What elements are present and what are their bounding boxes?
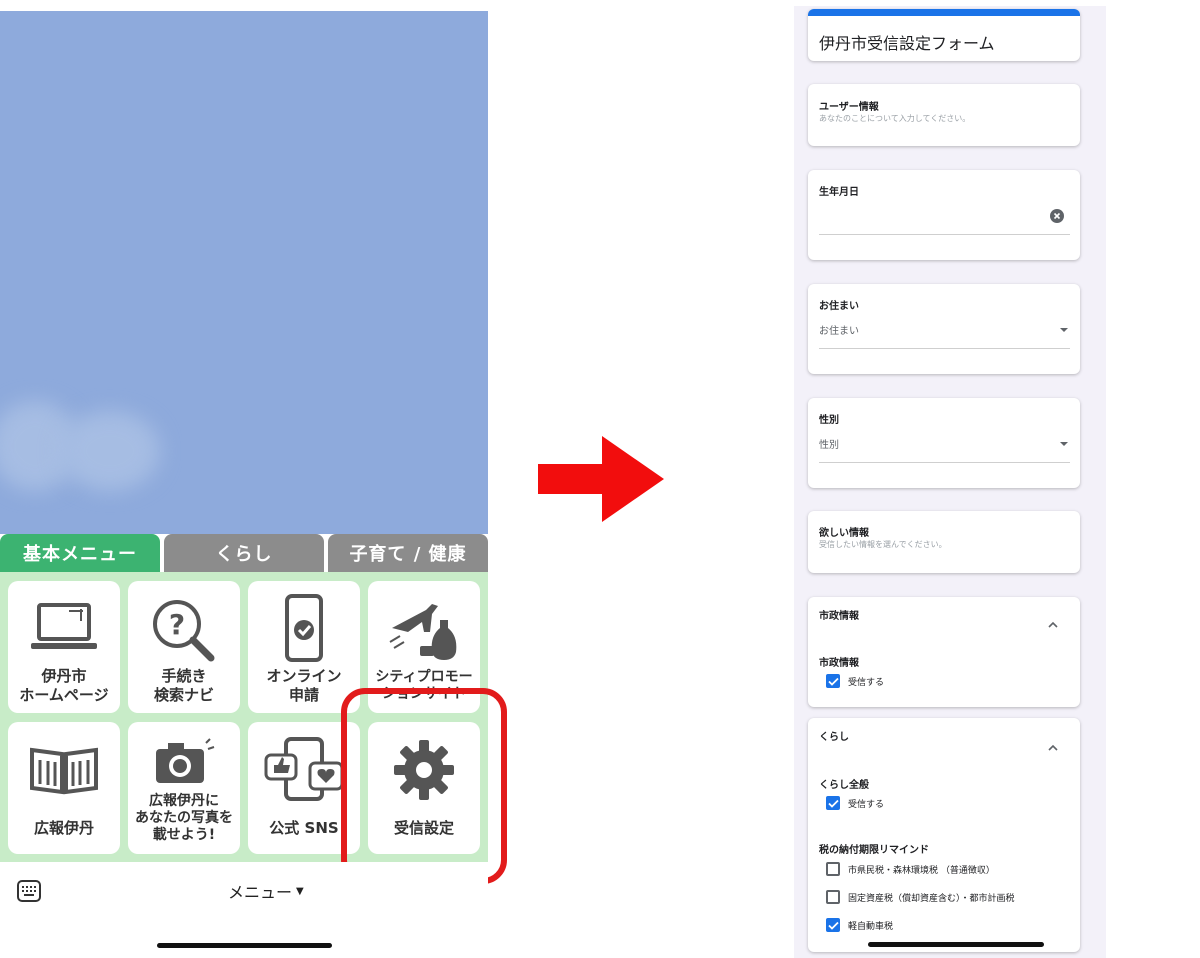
section-heading: 欲しい情報 — [819, 528, 869, 539]
smartphone-check-icon — [279, 593, 329, 665]
birthday-card: 生年月日 — [808, 170, 1080, 260]
checkbox-checked-icon — [826, 918, 840, 932]
right-phone-screen: 伊丹市受信設定フォーム ユーザー情報 あなたのことについて入力してください。 生… — [708, 0, 1200, 958]
menu-tile-photo-submission[interactable]: 広報伊丹に あなたの写真を 載せよう! — [128, 722, 240, 854]
svg-text:?: ? — [169, 608, 185, 641]
menu-tile-online-application[interactable]: オンライン 申請 — [248, 581, 360, 713]
open-book-icon — [28, 734, 100, 806]
menu-tile-city-homepage[interactable]: 伊丹市 ホームページ — [8, 581, 120, 713]
gender-card: 性別 性別 — [808, 398, 1080, 488]
life-receive-checkbox[interactable]: 受信する — [826, 796, 884, 810]
group-heading: くらし全般 — [819, 780, 869, 791]
tile-label: 広報伊丹に あなたの写真を 載せよう! — [135, 793, 233, 843]
section-description: 受信したい情報を選んでください。 — [819, 540, 947, 549]
checkbox-label: 市県民税・森林環境税 （普通徴収） — [848, 865, 995, 876]
city-info-card: 市政情報 市政情報 受信する — [808, 597, 1080, 707]
sns-like-heart-icon — [264, 734, 344, 806]
checkbox-label: 固定資産税（償却資産含む）・都市計画税 — [848, 893, 1015, 904]
menu-tile-koho-itami[interactable]: 広報伊丹 — [8, 722, 120, 854]
tax-option-checkbox[interactable]: 市県民税・森林環境税 （普通徴収） — [826, 862, 995, 876]
tab-basic-menu[interactable]: 基本メニュー — [0, 534, 160, 572]
tile-label: 手続き 検索ナビ — [153, 667, 214, 704]
residence-card: お住まい お住まい — [808, 284, 1080, 374]
checkbox-label: 軽自動車税 — [848, 921, 894, 932]
residence-label: お住まい — [819, 301, 859, 312]
dropdown-arrow-icon — [1060, 442, 1068, 446]
birthday-label: 生年月日 — [819, 187, 859, 198]
bottom-bar: メニュー ▼ — [0, 862, 488, 920]
residence-select-value: お住まい — [819, 326, 859, 337]
menu-tile-procedure-navi[interactable]: ? 手続き 検索ナビ — [128, 581, 240, 713]
checkbox-unchecked-icon — [826, 862, 840, 876]
form-title: 伊丹市受信設定フォーム — [819, 34, 995, 53]
right-arrow-icon — [538, 436, 664, 522]
chevron-up-icon[interactable] — [1048, 613, 1058, 632]
checkbox-label: 受信する — [848, 677, 885, 688]
life-info-card: くらし くらし全般 受信する 税の納付期限リマインド 市県民税・森林環境税 （普… — [808, 718, 1080, 952]
gender-label: 性別 — [819, 415, 839, 426]
tax-option-checkbox[interactable]: 固定資産税（償却資産含む）・都市計画税 — [826, 890, 1015, 904]
menu-toggle-label: メニュー — [228, 883, 293, 902]
home-indicator — [157, 943, 332, 948]
chat-area — [0, 11, 488, 534]
clear-icon[interactable] — [1050, 208, 1064, 227]
menu-toggle-button[interactable]: メニュー ▼ — [228, 879, 304, 903]
group-heading: 市政情報 — [819, 658, 859, 669]
laptop-icon — [29, 593, 99, 665]
tile-label: 広報伊丹 — [33, 819, 94, 837]
highlight-annotation — [341, 688, 507, 884]
gender-select-value: 性別 — [819, 440, 839, 451]
form-title-card: 伊丹市受信設定フォーム — [808, 9, 1080, 61]
rich-menu-tabs: 基本メニュー くらし 子育て / 健康 — [0, 534, 488, 572]
tile-label: 伊丹市 ホームページ — [19, 667, 109, 704]
left-phone-screen: 基本メニュー くらし 子育て / 健康 伊丹市 ホームページ ? 手続き 検索ナ… — [0, 0, 507, 958]
blurred-background — [60, 411, 160, 491]
camera-icon — [152, 734, 216, 790]
checkbox-label: 受信する — [848, 799, 885, 810]
group-heading: 税の納付期限リマインド — [819, 845, 929, 856]
airplane-sake-icon — [386, 593, 462, 665]
user-info-card: ユーザー情報 あなたのことについて入力してください。 — [808, 84, 1080, 146]
caret-down-icon: ▼ — [296, 885, 304, 897]
tab-life[interactable]: くらし — [164, 534, 324, 572]
home-indicator — [868, 942, 1044, 947]
checkbox-checked-icon — [826, 674, 840, 688]
checkbox-unchecked-icon — [826, 890, 840, 904]
residence-underline — [819, 348, 1070, 349]
chevron-up-icon[interactable] — [1048, 736, 1058, 755]
dropdown-arrow-icon — [1060, 328, 1068, 332]
gender-underline — [819, 462, 1070, 463]
tab-child-health[interactable]: 子育て / 健康 — [328, 534, 488, 572]
keyboard-icon[interactable] — [17, 880, 41, 906]
section-description: あなたのことについて入力してください。 — [819, 114, 971, 123]
checkbox-checked-icon — [826, 796, 840, 810]
section-heading: ユーザー情報 — [819, 102, 879, 113]
city-receive-checkbox[interactable]: 受信する — [826, 674, 884, 688]
section-heading: くらし — [819, 732, 849, 743]
tax-option-checkbox[interactable]: 軽自動車税 — [826, 918, 893, 932]
wanted-info-card: 欲しい情報 受信したい情報を選んでください。 — [808, 511, 1080, 573]
section-heading: 市政情報 — [819, 611, 859, 622]
magnifier-question-icon: ? — [149, 593, 219, 665]
birthday-input[interactable] — [819, 234, 1070, 235]
